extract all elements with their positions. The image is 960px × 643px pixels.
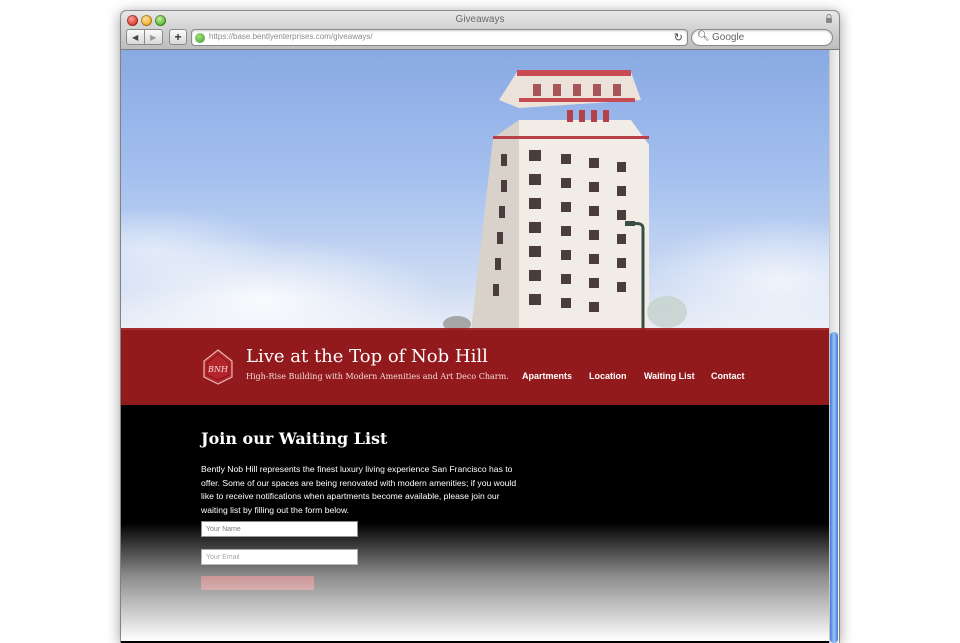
history-buttons: ◀ ▶ (126, 29, 163, 45)
reload-icon[interactable]: ↻ (674, 31, 683, 44)
logo-shield-icon[interactable]: BNH (201, 349, 235, 385)
back-button[interactable]: ◀ (127, 30, 145, 44)
main-nav: Apartments Location Waiting List Contact (522, 371, 745, 381)
svg-text:BNH: BNH (207, 365, 229, 374)
search-icon: 🔍︎ (697, 31, 710, 42)
email-field[interactable] (201, 549, 358, 565)
site-tagline: High-Rise Building with Modern Amenities… (246, 372, 509, 381)
section-heading: Join our Waiting List (201, 429, 388, 448)
site-header-banner: BNH Live at the Top of Nob Hill High-Ris… (121, 328, 829, 405)
name-field[interactable] (201, 521, 358, 537)
submit-button[interactable] (201, 576, 314, 590)
address-bar[interactable]: https://base.bentlyenterprises.com/givea… (191, 29, 688, 46)
nav-location[interactable]: Location (589, 371, 644, 381)
window-title: Giveaways (455, 14, 505, 25)
page-viewport: BNH Live at the Top of Nob Hill High-Ris… (121, 50, 839, 643)
add-bookmark-button[interactable]: + (169, 29, 187, 45)
title-bar: Giveaways ◀ ▶ + https://base.bentlyenter… (121, 11, 839, 50)
site-title[interactable]: Live at the Top of Nob Hill (246, 346, 488, 367)
scrollbar-thumb[interactable] (830, 332, 838, 643)
url-text[interactable]: https://base.bentlyenterprises.com/givea… (209, 32, 373, 41)
lock-icon (826, 14, 832, 23)
nav-apartments[interactable]: Apartments (522, 371, 589, 381)
nav-contact[interactable]: Contact (711, 371, 745, 381)
hero-building-image (443, 70, 687, 330)
browser-window: Giveaways ◀ ▶ + https://base.bentlyenter… (121, 11, 839, 643)
search-placeholder: Google (712, 32, 745, 43)
forward-button[interactable]: ▶ (145, 30, 162, 44)
globe-icon (195, 33, 205, 43)
section-description: Bently Nob Hill represents the finest lu… (201, 464, 517, 515)
waiting-list-section: Join our Waiting List Bently Nob Hill re… (121, 405, 829, 643)
nav-waiting-list[interactable]: Waiting List (644, 371, 711, 381)
search-field[interactable]: 🔍︎ Google (691, 29, 833, 46)
